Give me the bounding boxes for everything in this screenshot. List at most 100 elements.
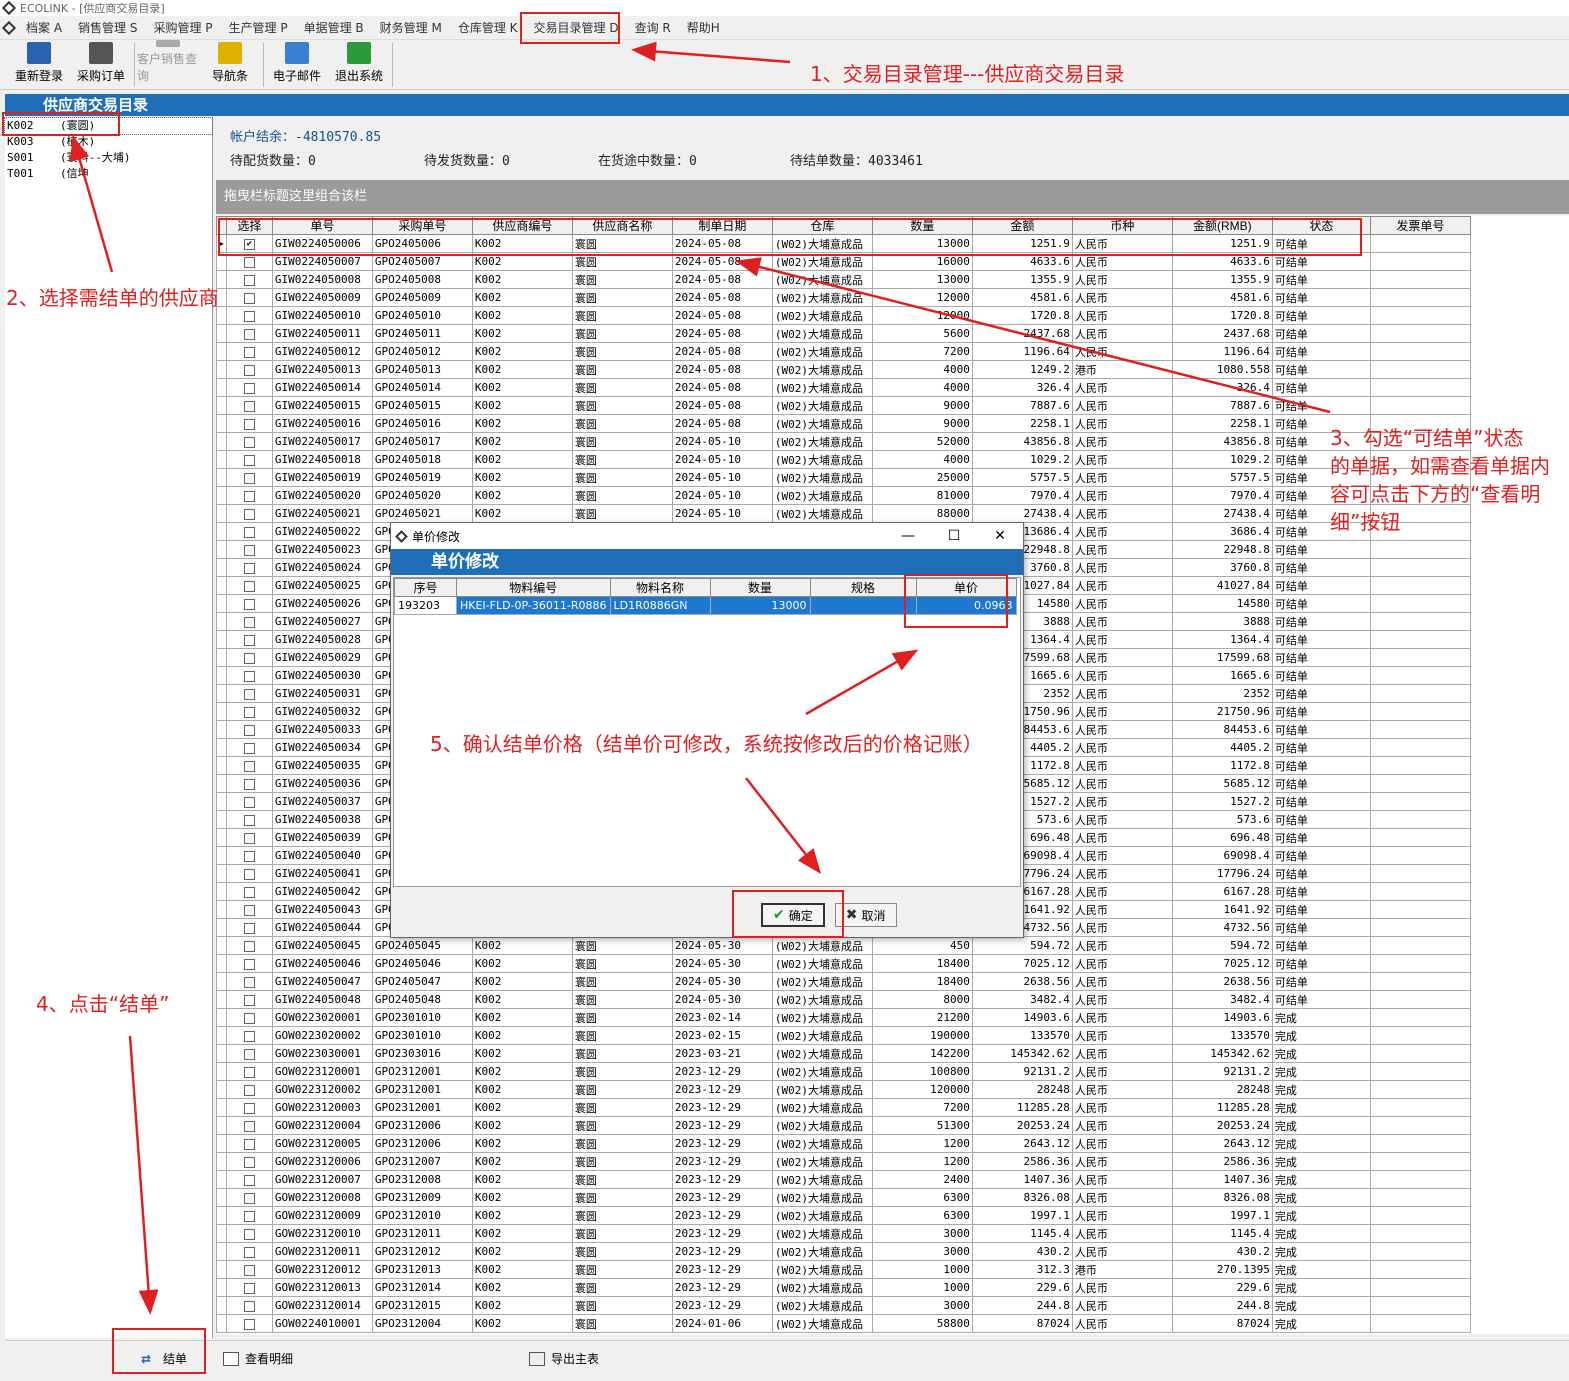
export-main-button[interactable]: 导出主表 <box>521 1345 607 1373</box>
row-checkbox[interactable] <box>243 1300 255 1312</box>
row-checkbox[interactable] <box>243 904 255 916</box>
table-row[interactable]: GIW0224050015 GPO2405015 K002 寰圆 2024-05-08(… <box>216 396 1471 415</box>
row-checkbox[interactable] <box>243 832 255 844</box>
row-checkbox[interactable] <box>243 562 255 574</box>
menu-item-6[interactable]: 仓库管理 K <box>450 17 526 39</box>
row-checkbox[interactable] <box>243 400 255 412</box>
table-row[interactable]: GOW0224010001 GPO2312004 K002 寰圆 2024-01-06(… <box>216 1314 1471 1333</box>
row-checkbox[interactable] <box>243 1156 255 1168</box>
table-row[interactable]: GIW0224050048 GPO2405048 K002 寰圆 2024-05-30(… <box>216 990 1471 1009</box>
toolbar-button-1[interactable]: 采购订单 <box>70 40 132 88</box>
table-row[interactable]: GIW0224050009 GPO2405009 K002 寰圆 2024-05-08(… <box>216 288 1471 307</box>
row-checkbox[interactable] <box>243 1084 255 1096</box>
toolbar-button-2[interactable]: 客户销售查询 <box>137 40 199 88</box>
row-checkbox[interactable] <box>243 670 255 682</box>
supplier-item[interactable]: S001 (寰料--大埔) <box>5 150 212 166</box>
table-row[interactable]: GOW0223120007 GPO2312008 K002 寰圆 2023-12-29(… <box>216 1170 1471 1189</box>
row-checkbox[interactable] <box>243 958 255 970</box>
row-checkbox[interactable] <box>243 292 255 304</box>
group-by-bar[interactable]: 拖曳栏标题这里组合该栏 <box>216 180 1569 214</box>
dialog-column-header[interactable]: 数量 <box>709 578 811 597</box>
menu-item-1[interactable]: 销售管理 S <box>70 17 145 39</box>
row-checkbox[interactable] <box>243 1264 255 1276</box>
menu-item-3[interactable]: 生产管理 P <box>221 17 296 39</box>
row-checkbox[interactable] <box>243 382 255 394</box>
table-row[interactable]: GIW0224050046 GPO2405046 K002 寰圆 2024-05-30(… <box>216 954 1471 973</box>
row-checkbox[interactable] <box>243 256 255 268</box>
row-checkbox[interactable] <box>243 1192 255 1204</box>
row-checkbox[interactable] <box>243 616 255 628</box>
row-checkbox[interactable] <box>243 1138 255 1150</box>
row-checkbox[interactable] <box>243 724 255 736</box>
table-row[interactable]: GIW0224050021 GPO2405021 K002 寰圆 2024-05-10(… <box>216 504 1471 523</box>
table-row[interactable]: GIW0224050008 GPO2405008 K002 寰圆 2024-05-08(… <box>216 270 1471 289</box>
table-row[interactable]: GIW0224050012 GPO2405012 K002 寰圆 2024-05-08(… <box>216 342 1471 361</box>
menu-item-0[interactable]: 档案 A <box>18 17 70 39</box>
row-checkbox[interactable] <box>243 544 255 556</box>
row-checkbox[interactable] <box>243 1174 255 1186</box>
row-checkbox[interactable] <box>243 1048 255 1060</box>
table-row[interactable]: GIW0224050017 GPO2405017 K002 寰圆 2024-05-10(… <box>216 432 1471 451</box>
toolbar-button-4[interactable]: 电子邮件 <box>266 40 328 88</box>
table-row[interactable]: GOW0223120014 GPO2312015 K002 寰圆 2023-12-29(… <box>216 1296 1471 1315</box>
column-header[interactable]: 发票单号 <box>1369 216 1471 235</box>
table-row[interactable]: GOW0223120005 GPO2312006 K002 寰圆 2023-12-29(… <box>216 1134 1471 1153</box>
menu-item-9[interactable]: 帮助H <box>679 17 728 39</box>
table-row[interactable]: GOW0223120002 GPO2312001 K002 寰圆 2023-12-29(… <box>216 1080 1471 1099</box>
table-row[interactable]: GIW0224050016 GPO2405016 K002 寰圆 2024-05-08(… <box>216 414 1471 433</box>
row-checkbox[interactable] <box>243 346 255 358</box>
row-checkbox[interactable] <box>243 274 255 286</box>
row-checkbox[interactable] <box>243 940 255 952</box>
row-checkbox[interactable] <box>243 1228 255 1240</box>
table-row[interactable]: GOW0223120012 GPO2312013 K002 寰圆 2023-12-29(… <box>216 1260 1471 1279</box>
dialog-column-header[interactable]: 物料名称 <box>609 578 711 597</box>
row-checkbox[interactable] <box>243 364 255 376</box>
row-checkbox[interactable] <box>243 1030 255 1042</box>
table-row[interactable]: GOW0223030001 GPO2303016 K002 寰圆 2023-03-21(… <box>216 1044 1471 1063</box>
menu-item-5[interactable]: 财务管理 M <box>372 17 450 39</box>
table-row[interactable]: GIW0224050019 GPO2405019 K002 寰圆 2024-05-10(… <box>216 468 1471 487</box>
row-checkbox[interactable] <box>243 976 255 988</box>
row-checkbox[interactable] <box>243 1120 255 1132</box>
maximize-icon[interactable]: ☐ <box>931 528 977 544</box>
cancel-button[interactable]: ✖ 取消 <box>834 903 897 927</box>
row-checkbox[interactable] <box>243 688 255 700</box>
table-row[interactable]: GOW0223120004 GPO2312006 K002 寰圆 2023-12-29(… <box>216 1116 1471 1135</box>
table-row[interactable]: GOW0223120011 GPO2312012 K002 寰圆 2023-12-29(… <box>216 1242 1471 1261</box>
table-row[interactable]: GOW0223120003 GPO2312001 K002 寰圆 2023-12-29(… <box>216 1098 1471 1117</box>
row-checkbox[interactable] <box>243 814 255 826</box>
table-row[interactable]: GIW0224050018 GPO2405018 K002 寰圆 2024-05-10(… <box>216 450 1471 469</box>
toolbar-button-5[interactable]: 退出系统 <box>328 40 390 88</box>
row-checkbox[interactable] <box>243 418 255 430</box>
close-icon[interactable]: ✕ <box>977 528 1023 544</box>
row-checkbox[interactable] <box>243 490 255 502</box>
table-row[interactable]: GOW0223020001 GPO2301010 K002 寰圆 2023-02-14(… <box>216 1008 1471 1027</box>
table-row[interactable]: GIW0224050020 GPO2405020 K002 寰圆 2024-05-10(… <box>216 486 1471 505</box>
row-checkbox[interactable] <box>243 1210 255 1222</box>
row-checkbox[interactable] <box>243 328 255 340</box>
table-row[interactable]: GIW0224050047 GPO2405047 K002 寰圆 2024-05-30(… <box>216 972 1471 991</box>
table-row[interactable]: GOW0223120008 GPO2312009 K002 寰圆 2023-12-29(… <box>216 1188 1471 1207</box>
menu-item-8[interactable]: 查询 R <box>627 17 679 39</box>
supplier-item[interactable]: T001 (信坤 <box>5 166 212 182</box>
row-checkbox[interactable] <box>243 454 255 466</box>
table-row[interactable]: GOW0223120006 GPO2312007 K002 寰圆 2023-12-29(… <box>216 1152 1471 1171</box>
table-row[interactable]: GOW0223120009 GPO2312010 K002 寰圆 2023-12-29(… <box>216 1206 1471 1225</box>
toolbar-button-0[interactable]: 重新登录 <box>8 40 70 88</box>
row-checkbox[interactable] <box>243 580 255 592</box>
table-row[interactable]: GIW0224050013 GPO2405013 K002 寰圆 2024-05-08(… <box>216 360 1471 379</box>
row-checkbox[interactable] <box>243 1012 255 1024</box>
row-checkbox[interactable] <box>243 634 255 646</box>
app-menu-icon[interactable] <box>1 20 17 35</box>
row-checkbox[interactable] <box>243 436 255 448</box>
row-checkbox[interactable] <box>243 472 255 484</box>
row-checkbox[interactable] <box>243 760 255 772</box>
table-row[interactable]: GIW0224050045 GPO2405045 K002 寰圆 2024-05-30(… <box>216 936 1471 955</box>
row-checkbox[interactable] <box>243 886 255 898</box>
menu-item-2[interactable]: 采购管理 P <box>145 17 220 39</box>
row-checkbox[interactable] <box>243 652 255 664</box>
row-checkbox[interactable] <box>243 922 255 934</box>
table-row[interactable]: GIW0224050010 GPO2405010 K002 寰圆 2024-05-08(… <box>216 306 1471 325</box>
dialog-column-header[interactable]: 序号 <box>394 578 457 597</box>
minimize-icon[interactable]: — <box>885 528 931 544</box>
